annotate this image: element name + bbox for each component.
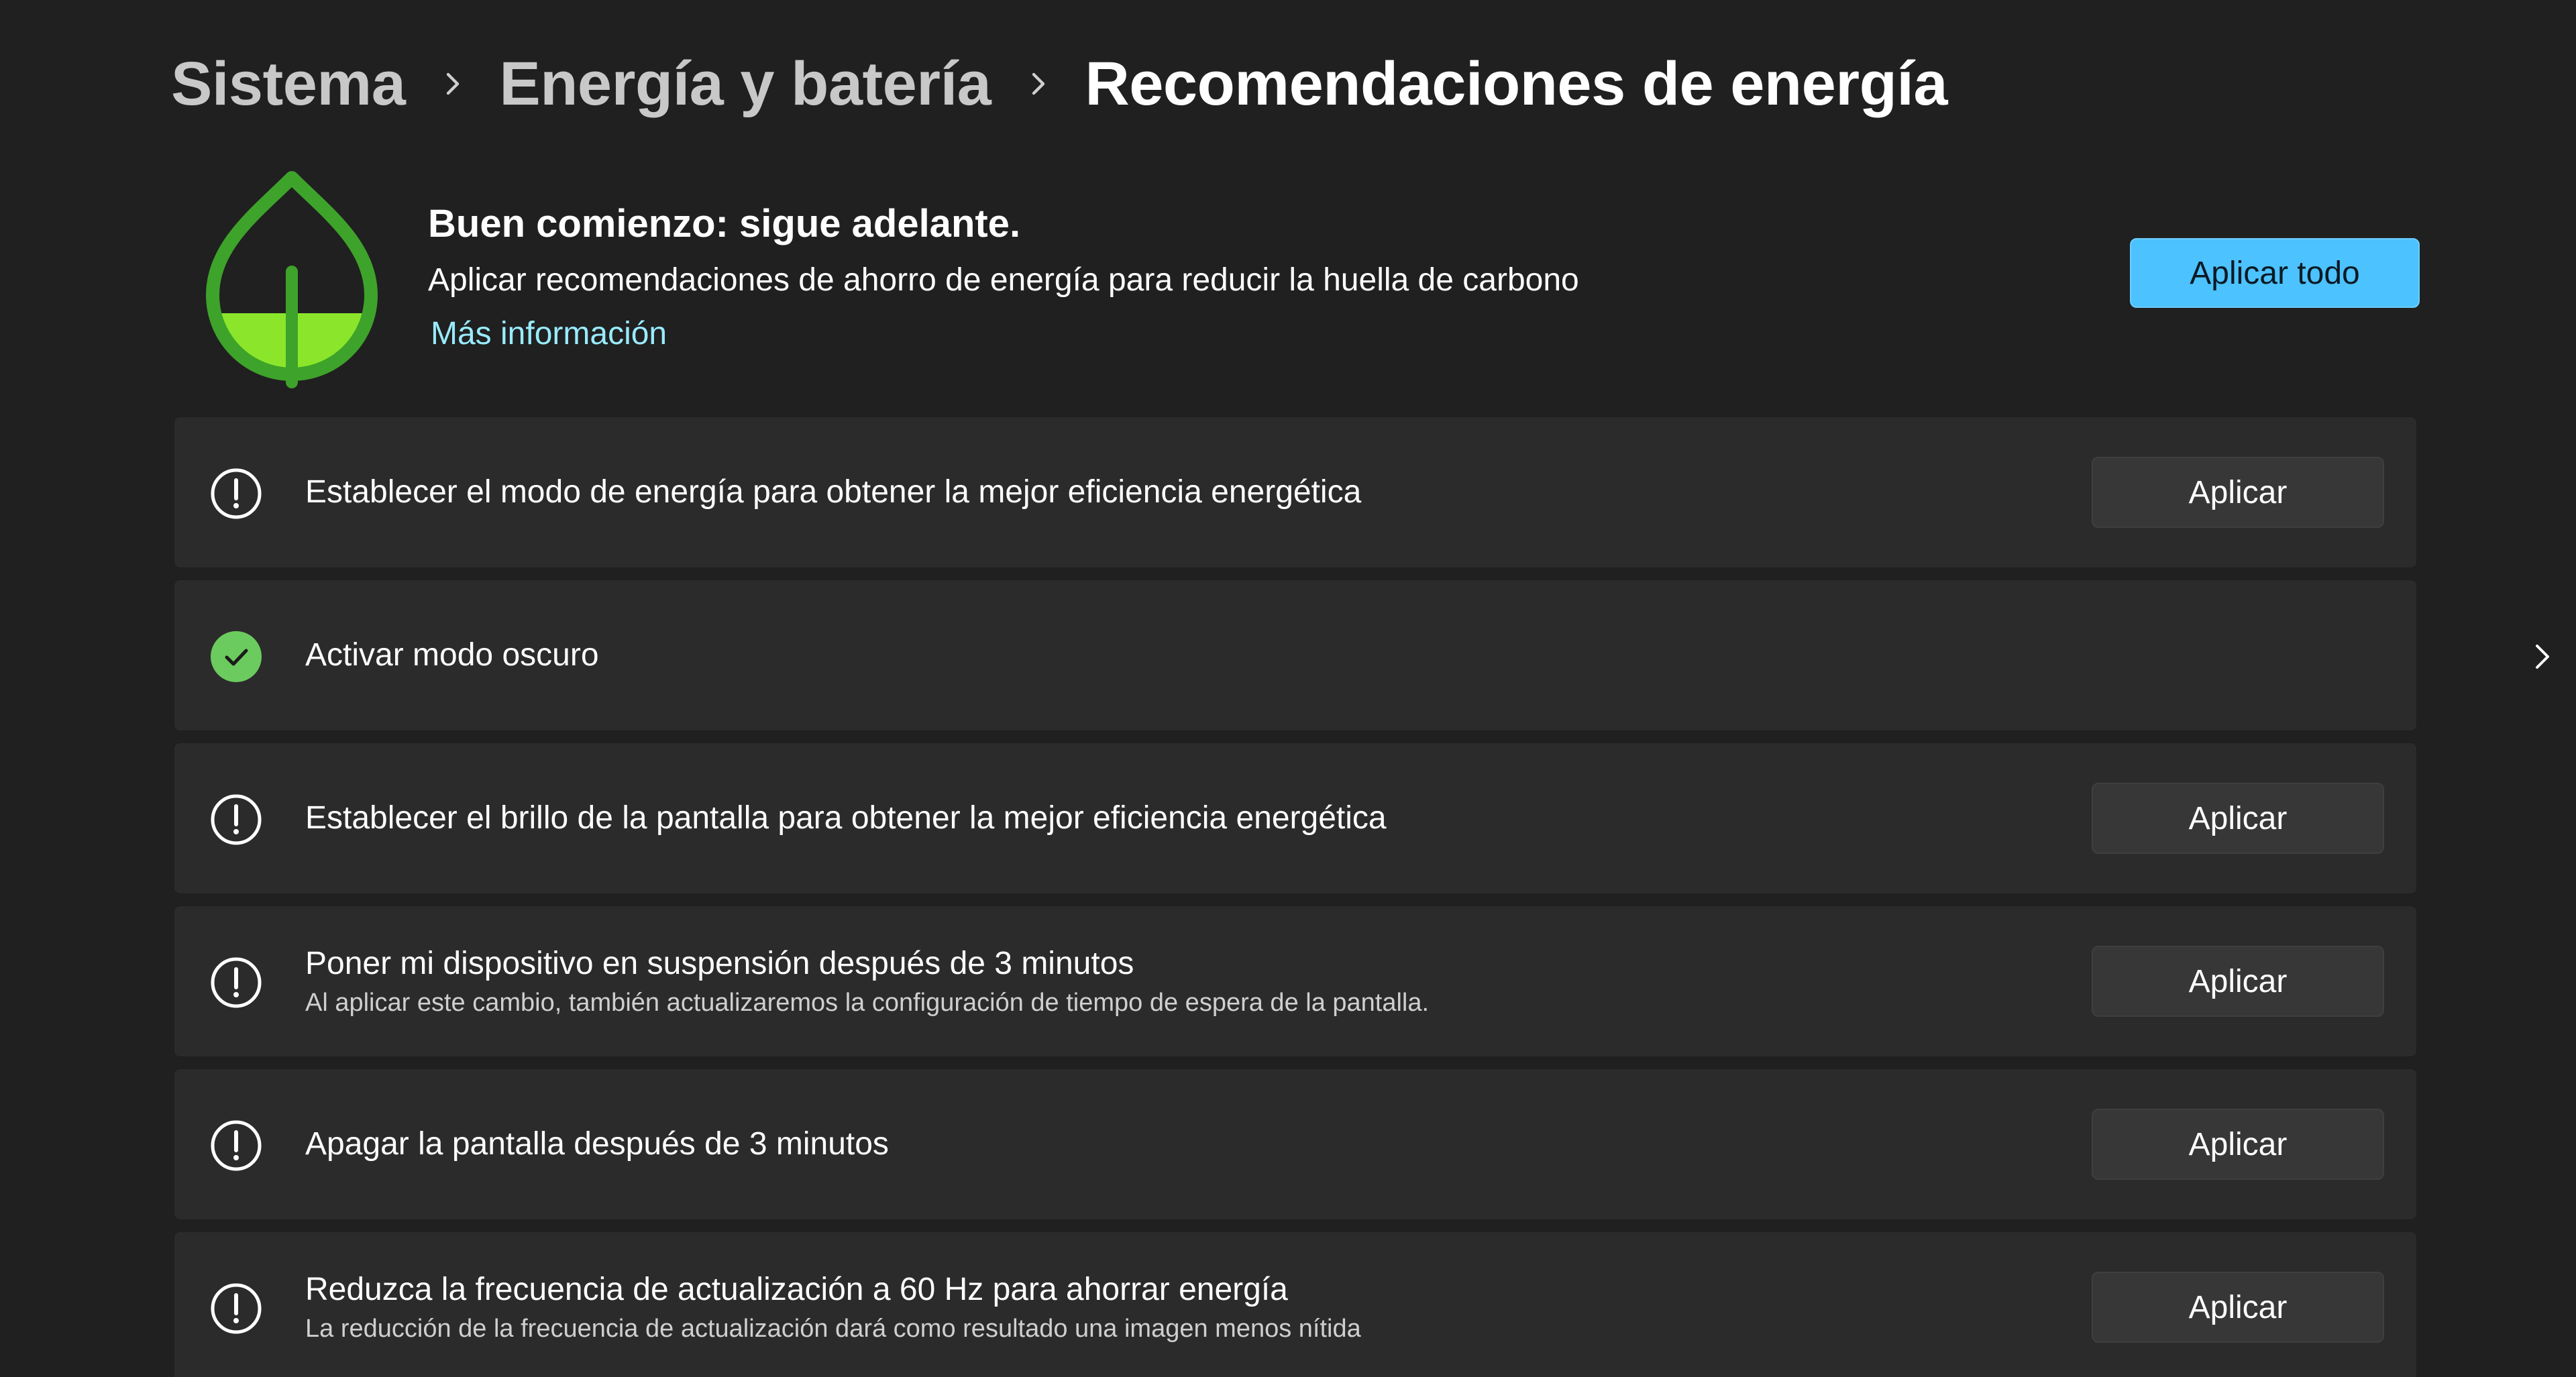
breadcrumb-item-sistema[interactable]: Sistema bbox=[171, 49, 406, 119]
breadcrumb-item-energia-bateria[interactable]: Energía y batería bbox=[499, 49, 991, 119]
page-title: Recomendaciones de energía bbox=[1085, 49, 1948, 118]
recommendation-card-refresh-rate: Reduzca la frecuencia de actualización a… bbox=[173, 1231, 2418, 1377]
recommendation-card-dark-mode[interactable]: Activar modo oscuro bbox=[173, 579, 2549, 732]
recommendation-subtitle: Al aplicar este cambio, también actualiz… bbox=[305, 989, 1430, 1017]
leaf-icon bbox=[206, 171, 378, 388]
recommendation-card-screen-off: Apagar la pantalla después de 3 minutos … bbox=[173, 1068, 2418, 1221]
learn-more-link[interactable]: Más información bbox=[431, 315, 667, 352]
checkmark-circle-icon bbox=[211, 631, 262, 682]
recommendation-title: Establecer el modo de energía para obten… bbox=[305, 474, 1362, 510]
recommendation-title: Activar modo oscuro bbox=[305, 637, 599, 673]
chevron-right-icon[interactable] bbox=[2522, 637, 2563, 677]
energy-banner: Buen comienzo: sigue adelante. Aplicar r… bbox=[171, 154, 2420, 396]
breadcrumb: Sistema Energía y batería Recomendacione… bbox=[171, 40, 1948, 127]
recommendation-title: Establecer el brillo de la pantalla para… bbox=[305, 800, 1387, 836]
warning-circle-icon bbox=[211, 468, 262, 519]
recommendation-title: Poner mi dispositivo en suspensión despu… bbox=[305, 946, 1134, 981]
apply-button[interactable]: Aplicar bbox=[2092, 1272, 2384, 1343]
apply-all-button[interactable]: Aplicar todo bbox=[2130, 238, 2420, 308]
recommendation-subtitle: La reducción de la frecuencia de actuali… bbox=[305, 1315, 1361, 1343]
apply-button[interactable]: Aplicar bbox=[2092, 783, 2384, 854]
chevron-right-icon bbox=[991, 40, 1085, 127]
recommendation-title: Reduzca la frecuencia de actualización a… bbox=[305, 1272, 1288, 1307]
apply-button[interactable]: Aplicar bbox=[2092, 946, 2384, 1017]
warning-circle-icon bbox=[211, 957, 262, 1008]
recommendation-title: Apagar la pantalla después de 3 minutos bbox=[305, 1126, 889, 1162]
banner-description: Aplicar recomendaciones de ahorro de ene… bbox=[428, 262, 1579, 298]
warning-circle-icon bbox=[211, 1120, 262, 1171]
apply-button[interactable]: Aplicar bbox=[2092, 1109, 2384, 1180]
recommendation-card-power-mode: Establecer el modo de energía para obten… bbox=[173, 416, 2418, 569]
recommendation-card-sleep: Poner mi dispositivo en suspensión despu… bbox=[173, 905, 2418, 1058]
warning-circle-icon bbox=[211, 794, 262, 845]
chevron-right-icon bbox=[405, 40, 499, 127]
warning-circle-icon bbox=[211, 1283, 262, 1334]
recommendation-card-brightness: Establecer el brillo de la pantalla para… bbox=[173, 742, 2418, 895]
banner-title: Buen comienzo: sigue adelante. bbox=[428, 202, 1021, 245]
apply-button[interactable]: Aplicar bbox=[2092, 457, 2384, 528]
settings-page: Sistema Energía y batería Recomendacione… bbox=[0, 0, 2576, 1377]
